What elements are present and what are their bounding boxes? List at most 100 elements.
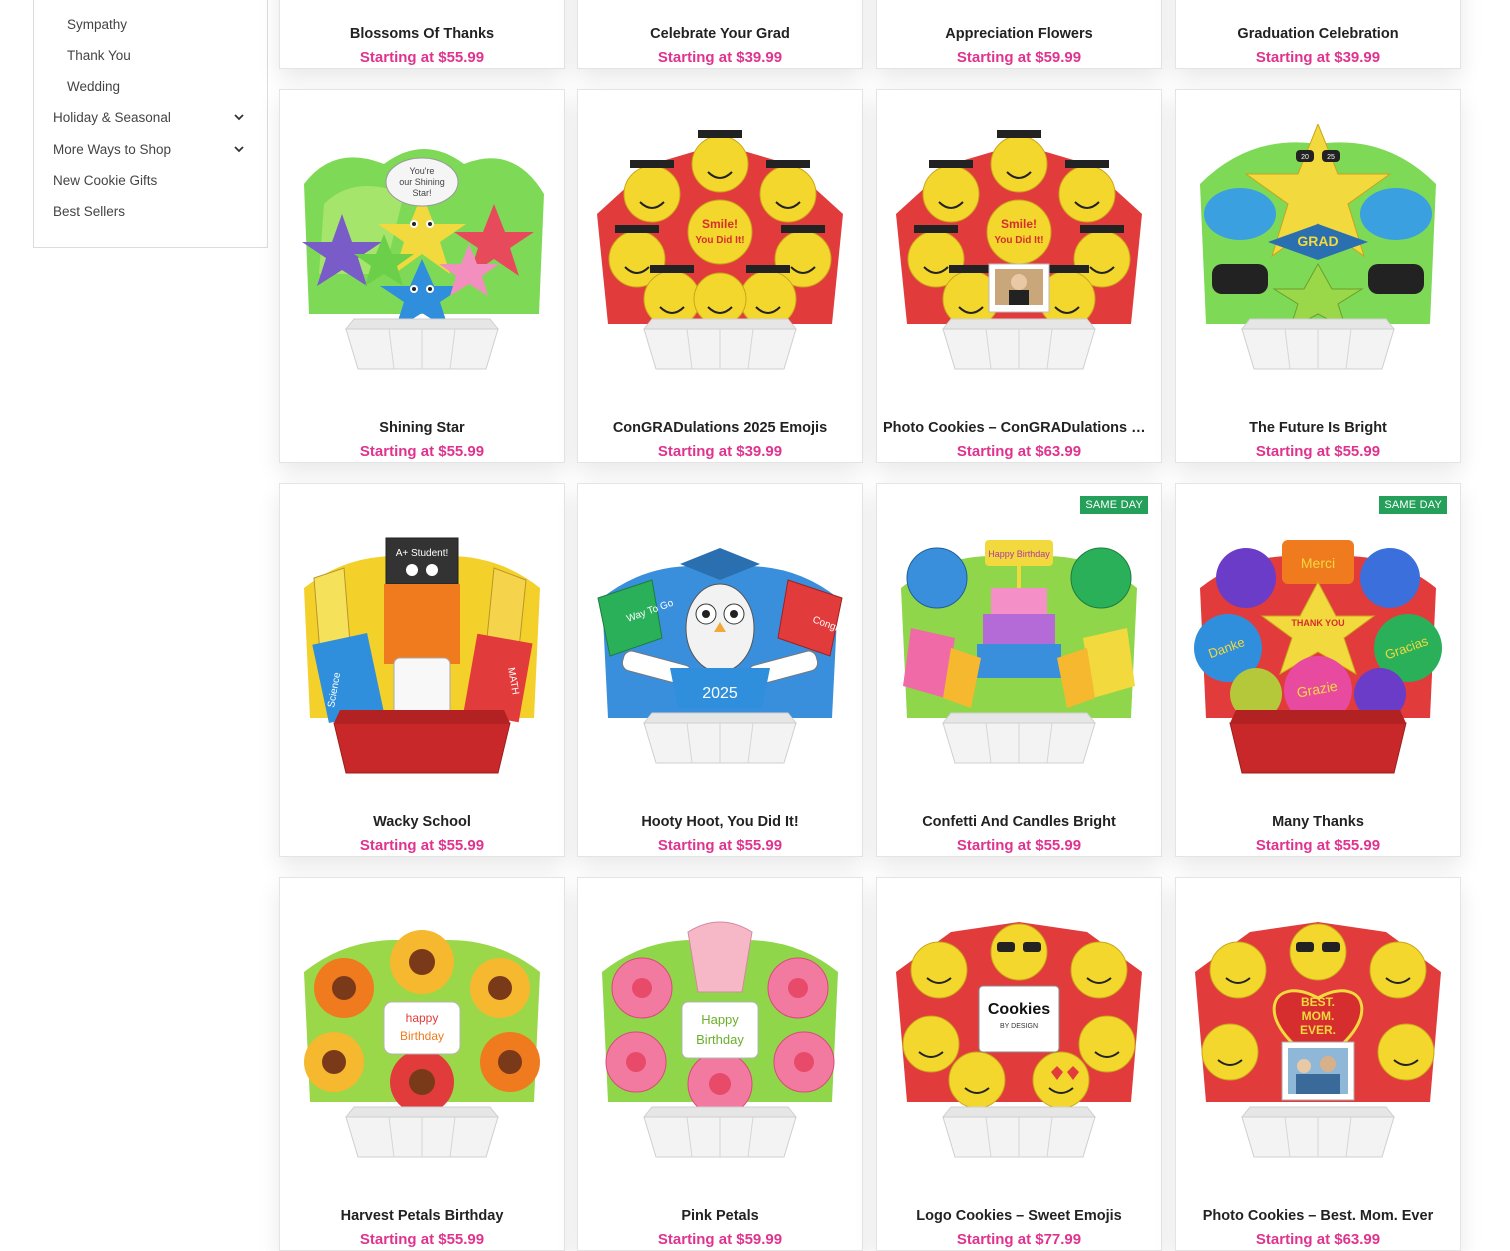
- cookie-label: EVER.: [1300, 1023, 1336, 1037]
- product-price: Starting at $39.99: [1255, 49, 1381, 66]
- product-card[interactable]: Cookies BY DESIGN Logo Cookies – Sweet E…: [876, 877, 1162, 1251]
- product-price: Starting at $55.99: [359, 443, 485, 460]
- cookie-label: Smile!: [1001, 217, 1037, 231]
- cookie-label: MOM.: [1302, 1009, 1335, 1023]
- product-card[interactable]: Appreciation Flowers Starting at $59.99: [876, 0, 1162, 69]
- product-card[interactable]: Smile! You Did It! Photo Cookies – ConGR…: [876, 89, 1162, 463]
- sidebar-item-label: Sympathy: [67, 16, 128, 32]
- sidebar-item-sympathy[interactable]: Sympathy: [34, 10, 267, 38]
- product-title[interactable]: ConGRADulations 2025 Emojis: [584, 420, 856, 436]
- cookie-label: Cookies: [988, 1001, 1050, 1018]
- sidebar-item-label: Holiday & Seasonal: [53, 109, 171, 125]
- product-price: Starting at $63.99: [1255, 1231, 1381, 1248]
- product-price: Starting at $55.99: [359, 837, 485, 854]
- sidebar-item-label: Wedding: [67, 78, 121, 94]
- product-price: Starting at $55.99: [956, 837, 1082, 854]
- product-image[interactable]: Cookies BY DESIGN: [891, 912, 1147, 1188]
- product-title[interactable]: Graduation Celebration: [1182, 26, 1454, 42]
- cookie-label: Birthday: [400, 1029, 444, 1043]
- product-card[interactable]: Happy Birthday Pink Petals Starting at $…: [577, 877, 863, 1251]
- sidebar-item-more-ways-to-shop[interactable]: More Ways to Shop: [34, 135, 267, 163]
- cookie-label: You Did It!: [695, 235, 744, 246]
- product-price: Starting at $55.99: [1255, 443, 1381, 460]
- product-price: Starting at $39.99: [657, 49, 783, 66]
- product-image[interactable]: happy Birthday: [294, 912, 550, 1188]
- product-price: Starting at $77.99: [956, 1231, 1082, 1248]
- product-image[interactable]: You're our Shining Star!: [294, 124, 550, 400]
- sidebar-item-thank-you[interactable]: Thank You: [34, 41, 267, 69]
- product-price: Starting at $63.99: [956, 443, 1082, 460]
- product-price: Starting at $59.99: [657, 1231, 783, 1248]
- sidebar-item-label: Best Sellers: [53, 203, 126, 219]
- sidebar-item-new-cookie-gifts[interactable]: New Cookie Gifts: [34, 166, 267, 194]
- product-image[interactable]: Merci THANK YOU Danke Gracias Grazie: [1190, 518, 1446, 794]
- product-card[interactable]: You're our Shining Star! Shining Star St…: [279, 89, 565, 463]
- product-card[interactable]: SAME DAY Happy Birthday Confetti And Can…: [876, 483, 1162, 857]
- product-title[interactable]: Photo Cookies – Best. Mom. Ever: [1182, 1208, 1454, 1224]
- product-price: Starting at $59.99: [956, 49, 1082, 66]
- product-card[interactable]: Graduation Celebration Starting at $39.9…: [1175, 0, 1461, 69]
- product-price: Starting at $55.99: [359, 1231, 485, 1248]
- product-card[interactable]: Smile! You Did It! ConGRADulations 2025 …: [577, 89, 863, 463]
- product-title[interactable]: Celebrate Your Grad: [584, 26, 856, 42]
- cookie-label: BY DESIGN: [1000, 1023, 1038, 1030]
- cookie-label: Merci: [1301, 555, 1335, 571]
- cookie-label: BEST.: [1301, 995, 1335, 1009]
- product-card[interactable]: GRAD 20 25 The Future Is Bright Starting…: [1175, 89, 1461, 463]
- product-image[interactable]: GRAD 20 25: [1190, 122, 1446, 400]
- same-day-badge: SAME DAY: [1080, 496, 1148, 514]
- cookie-label: happy: [406, 1011, 439, 1025]
- cookie-label: A+ Student!: [396, 548, 449, 559]
- sidebar-item-wedding[interactable]: Wedding: [34, 72, 267, 100]
- product-title[interactable]: Photo Cookies – ConGRADulations E…: [883, 420, 1155, 436]
- sidebar-item-label: More Ways to Shop: [53, 141, 172, 157]
- sidebar-item-holiday-seasonal[interactable]: Holiday & Seasonal: [34, 103, 267, 131]
- product-title[interactable]: Shining Star: [286, 420, 558, 436]
- product-title[interactable]: Hooty Hoot, You Did It!: [584, 814, 856, 830]
- cookie-label: Happy: [701, 1012, 739, 1027]
- product-card[interactable]: BEST. MOM. EVER. Photo Cookies – Best. M…: [1175, 877, 1461, 1251]
- sidebar-item-best-sellers[interactable]: Best Sellers: [34, 197, 267, 225]
- cookie-label: Birthday: [696, 1032, 744, 1047]
- cookie-label: our Shining: [399, 177, 445, 187]
- sidebar-item-label: New Cookie Gifts: [53, 172, 158, 188]
- product-card[interactable]: Blossoms Of Thanks Starting at $55.99: [279, 0, 565, 69]
- product-price: Starting at $55.99: [1255, 837, 1381, 854]
- product-title[interactable]: Harvest Petals Birthday: [286, 1208, 558, 1224]
- product-card[interactable]: Celebrate Your Grad Starting at $39.99: [577, 0, 863, 69]
- cookie-label: Happy Birthday: [988, 549, 1050, 559]
- product-title[interactable]: Confetti And Candles Bright: [883, 814, 1155, 830]
- product-image[interactable]: Smile! You Did It!: [592, 124, 848, 400]
- product-image[interactable]: BEST. MOM. EVER.: [1190, 912, 1446, 1188]
- product-price: Starting at $55.99: [657, 837, 783, 854]
- product-image[interactable]: Way To Go Congrats 2025: [592, 518, 853, 794]
- product-title[interactable]: Many Thanks: [1182, 814, 1454, 830]
- product-title[interactable]: Logo Cookies – Sweet Emojis: [883, 1208, 1155, 1224]
- product-card[interactable]: A+ Student! Science MATH Wacky School St…: [279, 483, 565, 857]
- cookie-label: THANK YOU: [1291, 618, 1344, 628]
- product-price: Starting at $39.99: [657, 443, 783, 460]
- product-title[interactable]: The Future Is Bright: [1182, 420, 1454, 436]
- cookie-label: Smile!: [702, 217, 738, 231]
- cookie-label: 25: [1327, 154, 1335, 161]
- product-card[interactable]: SAME DAY Merci THANK YOU Danke Gracias G…: [1175, 483, 1461, 857]
- product-card[interactable]: happy Birthday Harvest Petals Birthday S…: [279, 877, 565, 1251]
- product-title[interactable]: Appreciation Flowers: [883, 26, 1155, 42]
- cookie-label: GRAD: [1297, 233, 1338, 249]
- sidebar-item-label: Thank You: [67, 47, 131, 63]
- chevron-down-icon[interactable]: [233, 143, 245, 155]
- product-image[interactable]: Happy Birthday: [592, 912, 848, 1188]
- product-title[interactable]: Blossoms Of Thanks: [286, 26, 558, 42]
- product-title[interactable]: Wacky School: [286, 814, 558, 830]
- product-card[interactable]: Way To Go Congrats 2025 Hooty Hoot, You …: [577, 483, 863, 857]
- cookie-label: You Did It!: [994, 235, 1043, 246]
- product-image[interactable]: Happy Birthday: [891, 518, 1147, 794]
- category-sidebar: Sympathy Thank You Wedding Holiday & Sea…: [33, 0, 268, 248]
- cookie-label: 20: [1301, 154, 1309, 161]
- chevron-down-icon[interactable]: [233, 111, 245, 123]
- product-title[interactable]: Pink Petals: [584, 1208, 856, 1224]
- product-image[interactable]: Smile! You Did It!: [891, 124, 1147, 400]
- cookie-label: 2025: [702, 685, 738, 702]
- cookie-label: Star!: [412, 188, 431, 198]
- product-image[interactable]: A+ Student! Science MATH: [294, 518, 550, 794]
